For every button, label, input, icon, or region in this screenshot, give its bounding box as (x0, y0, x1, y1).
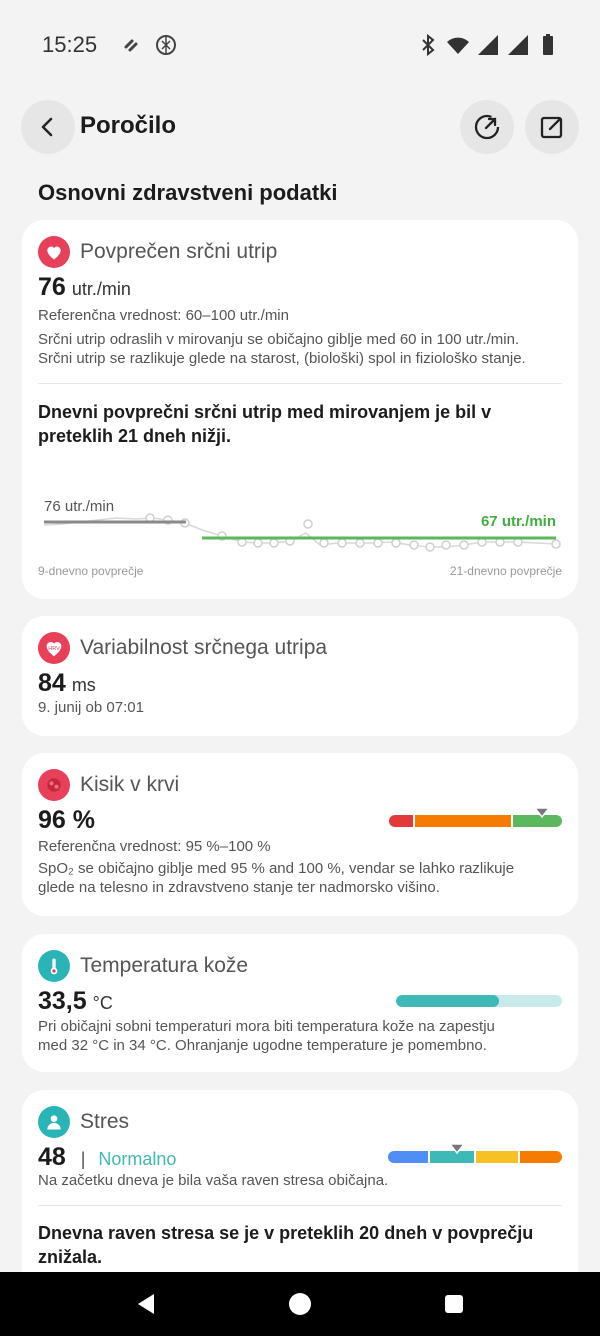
heart-desc-2: Srčni utrip se razlikuje glede na staros… (38, 350, 526, 367)
heart-desc-1: Srčni utrip odraslih v mirovanju se obič… (38, 331, 520, 348)
stress-desc: Na začetku dneva je bila vaša raven stre… (38, 1172, 389, 1189)
heart-rate-value: 76 (38, 273, 66, 301)
home-nav-icon[interactable] (288, 1292, 312, 1316)
chevron-left-icon (41, 117, 53, 137)
spo2-marker-icon (535, 808, 549, 818)
status-bar: 15:25 (0, 0, 600, 90)
hrv-date: 9. junij ob 07:01 (38, 699, 144, 716)
stress-card[interactable]: Stres 48 | Normalno Na začetku dneva je … (22, 1090, 578, 1290)
share-icon (474, 114, 500, 140)
recents-nav-icon[interactable] (442, 1292, 466, 1316)
edit-icon (540, 116, 563, 139)
signal-icon-2 (508, 35, 528, 55)
spo2-desc-2: glede na telesno in zdravstveno stanje t… (38, 879, 440, 896)
temp-desc-2: med 32 °C in 34 °C. Ohranjanje ugodne te… (38, 1037, 487, 1054)
page-title: Poročilo (80, 112, 177, 139)
spo2-value: 96 % (38, 806, 95, 834)
section-title: Osnovni zdravstveni podatki (38, 180, 338, 205)
stress-range-bar (388, 1151, 562, 1163)
heart-rate-unit: utr./min (71, 279, 131, 299)
temp-unit: °C (92, 993, 113, 1013)
card-title: Temperatura kože (80, 954, 249, 977)
stress-icon (38, 1106, 70, 1138)
navigation-bar (0, 1272, 600, 1336)
temp-desc-1: Pri običajni sobni temperaturi mora biti… (38, 1018, 495, 1035)
card-title: Stres (80, 1110, 130, 1133)
back-button[interactable] (21, 100, 75, 154)
stress-insight: Dnevna raven stresa se je v preteklih 20… (38, 1223, 534, 1267)
svg-text:HRV: HRV (48, 646, 60, 652)
battery-icon (543, 34, 553, 55)
heart-reference: Referenčna vrednost: 60–100 utr./min (38, 307, 289, 324)
stress-level: Normalno (98, 1149, 177, 1169)
wifi-icon (447, 37, 469, 54)
hrv-icon: HRV (38, 632, 70, 664)
spo2-card[interactable]: Kisik v krvi 96 % Referenčna vrednost: 9… (22, 753, 578, 916)
spo2-desc-1: SpO₂ se običajno giblje med 95 % and 100… (38, 860, 515, 877)
hrv-card[interactable]: HRV Variabilnost srčnega utripa 84 ms 9. … (22, 616, 578, 736)
back-nav-icon[interactable] (134, 1292, 158, 1316)
status-time: 15:25 (42, 32, 98, 57)
header: Poročilo (0, 100, 600, 154)
hrv-unit: ms (71, 675, 96, 695)
chart-left-label: 76 utr./min (44, 498, 114, 515)
heart-icon (38, 236, 70, 268)
chart-x-left: 9-dnevno povprečje (38, 564, 144, 578)
edit-button[interactable] (525, 100, 579, 154)
card-title: Variabilnost srčnega utripa (80, 636, 328, 659)
card-title: Kisik v krvi (80, 773, 180, 796)
blood-oxygen-icon (38, 769, 70, 801)
link-icon (124, 39, 138, 52)
openai-icon (156, 35, 176, 55)
chart-right-label: 67 utr./min (481, 513, 556, 530)
share-button[interactable] (460, 100, 514, 154)
stress-marker-icon (450, 1144, 464, 1154)
heart-rate-card[interactable]: Povprečen srčni utrip 76 utr./min Referen… (22, 220, 578, 599)
temp-value: 33,5 (38, 987, 87, 1015)
skin-temperature-card[interactable]: Temperatura kože 33,5 °C Pri običajni sob… (22, 934, 578, 1072)
heart-insight: Dnevni povprečni srčni utrip med mirovan… (38, 402, 492, 446)
chart-x-right: 21-dnevno povprečje (449, 564, 562, 578)
card-title: Povprečen srčni utrip (80, 240, 278, 263)
stress-value: 48 (38, 1143, 66, 1171)
bluetooth-icon (422, 33, 435, 57)
signal-icon (478, 35, 498, 55)
thermometer-icon (38, 950, 70, 982)
temp-progress-bar (396, 995, 562, 1007)
hrv-value: 84 (38, 669, 66, 697)
spo2-reference: Referenčna vrednost: 95 %–100 % (38, 838, 271, 855)
